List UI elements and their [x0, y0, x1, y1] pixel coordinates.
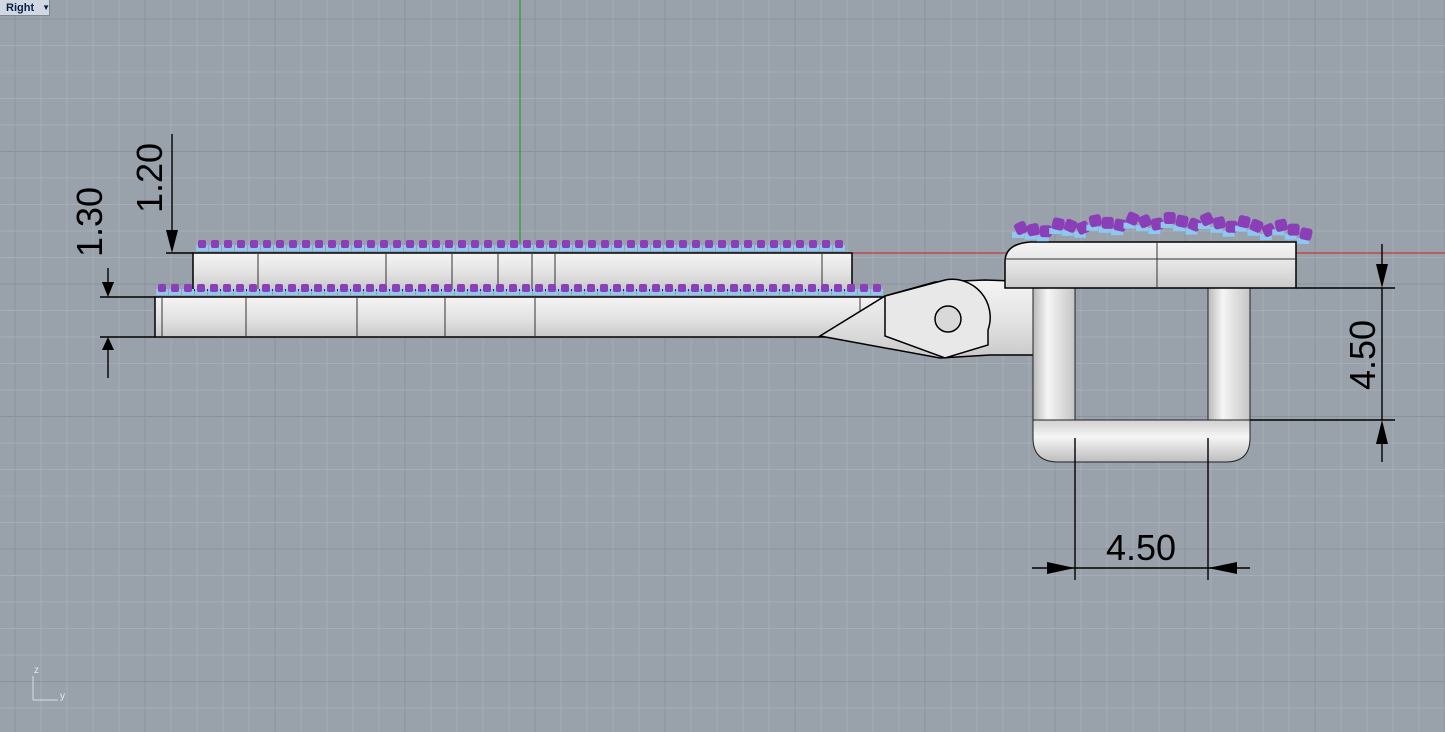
axis-widget-y-label: y — [60, 691, 65, 702]
axis-widget: z y — [32, 665, 65, 702]
dimension-label-base: 1.30 — [69, 187, 110, 257]
dimension-lines — [100, 134, 1395, 580]
chevron-down-icon[interactable]: ▼ — [42, 3, 50, 12]
viewport-title: Right — [6, 1, 35, 14]
axis-widget-z-label: z — [34, 665, 39, 676]
viewport-canvas[interactable]: 1.20 1.30 4.50 4.50 z y — [0, 0, 1445, 732]
hinge-pin-hole — [934, 305, 962, 333]
dimension-label-top-stone: 1.20 — [129, 143, 170, 213]
rhino-viewport-right[interactable]: 1.20 1.30 4.50 4.50 z y Right ▼ — [0, 0, 1445, 732]
lower-plate[interactable] — [154, 296, 886, 338]
viewport-title-tab[interactable]: Right ▼ — [0, 0, 50, 16]
dimension-label-bail-height: 4.50 — [1342, 320, 1383, 390]
head-plate[interactable] — [1004, 241, 1297, 289]
dimension-label-bail-width: 4.50 — [1106, 527, 1176, 568]
bail-loop[interactable] — [1032, 287, 1251, 463]
